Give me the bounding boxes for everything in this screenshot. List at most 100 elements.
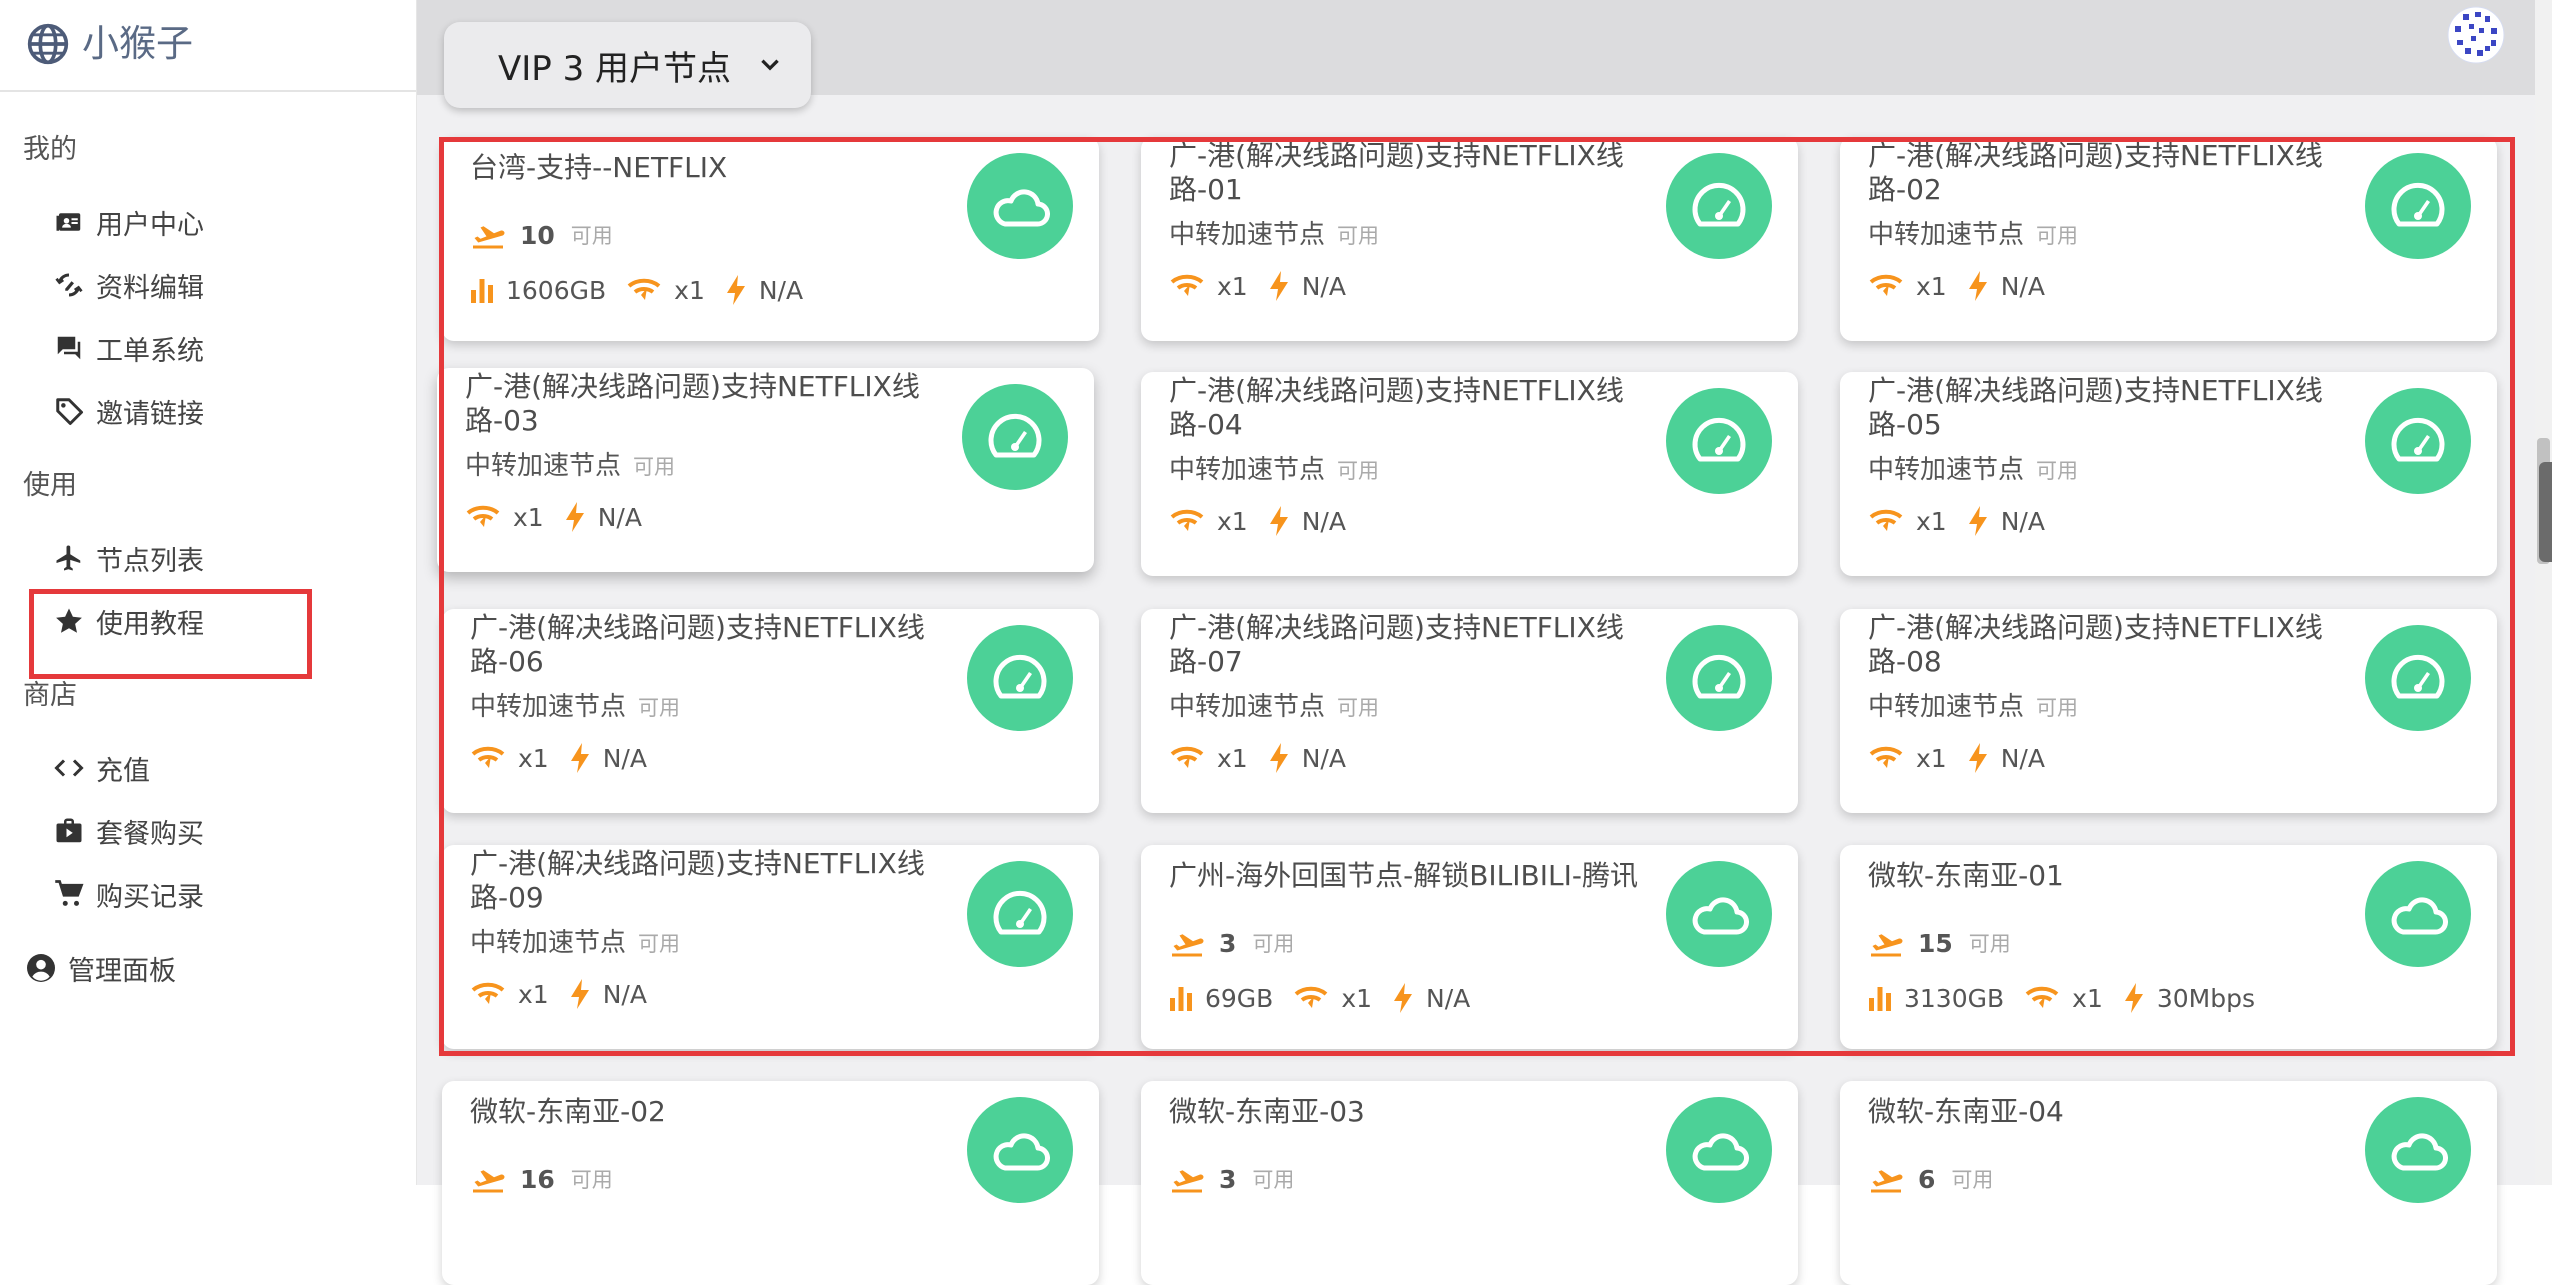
online-users: 16 可用: [470, 1164, 613, 1194]
node-title: 台湾-支持--NETFLIX: [470, 151, 728, 184]
node-card[interactable]: 微软-东南亚-02 16 可用: [442, 1081, 1099, 1285]
wifi-signal-icon: [1869, 274, 1903, 296]
node-title: 微软-东南亚-01: [1868, 859, 2064, 892]
sidebar: 小猴子 我的 用户中心 资料编辑 工单系统 邀请链接 使用 节点列表 使用教程 …: [0, 0, 417, 1185]
cloud-icon: [1692, 1133, 1749, 1171]
sidebar-item-ticket-system[interactable]: 工单系统: [52, 325, 204, 371]
node-card[interactable]: 广-港(解决线路问题)支持NETFLIX线路-09 中转加速节点 可用 x1 N/A: [442, 845, 1099, 1049]
node-detail-button[interactable]: [967, 625, 1073, 731]
availability-label: 可用: [2036, 224, 2079, 248]
sidebar-item-invite-link[interactable]: 邀请链接: [52, 388, 204, 434]
traffic-rate: x1: [626, 276, 705, 305]
speedometer-icon: [1692, 654, 1746, 699]
speed-limit: 30Mbps: [2123, 982, 2255, 1014]
wifi-signal-icon: [471, 982, 505, 1004]
availability-label: 可用: [1968, 932, 2011, 956]
sidebar-item-buy-plan[interactable]: 套餐购买: [52, 808, 204, 854]
node-stats: x1 N/A: [1868, 505, 2065, 537]
node-card[interactable]: 广-港(解决线路问题)支持NETFLIX线路-08 中转加速节点 可用 x1 N/A: [1840, 609, 2497, 813]
node-detail-button[interactable]: [967, 861, 1073, 967]
bar-chart-icon: [471, 279, 493, 303]
node-card[interactable]: 广-港(解决线路问题)支持NETFLIX线路-01 中转加速节点 可用 x1 N/A: [1141, 137, 1798, 341]
speed-limit: N/A: [1392, 982, 1470, 1014]
node-card[interactable]: 微软-东南亚-03 3 可用: [1141, 1081, 1798, 1285]
sidebar-item-purchase-history[interactable]: 购买记录: [52, 871, 204, 917]
node-card[interactable]: 广-港(解决线路问题)支持NETFLIX线路-02 中转加速节点 可用 x1 N/A: [1840, 137, 2497, 341]
speed-limit: N/A: [725, 274, 803, 306]
lightning-icon: [565, 502, 584, 532]
traffic-rate: x1: [465, 503, 544, 532]
scrollbar-track[interactable]: [2535, 0, 2552, 1185]
sidebar-item-user-center[interactable]: 用户中心: [52, 199, 204, 245]
availability-label: 可用: [570, 224, 613, 248]
node-title: 广-港(解决线路问题)支持NETFLIX线路-02: [1868, 139, 2323, 206]
node-detail-button[interactable]: [1666, 153, 1772, 259]
node-card[interactable]: 微软-东南亚-01 15 可用 3130GB x1 30Mbps: [1840, 845, 2497, 1049]
traffic-rate: x1: [2024, 984, 2103, 1013]
profile-edit-icon: [52, 268, 86, 302]
node-detail-button[interactable]: [1666, 1097, 1772, 1203]
node-card[interactable]: 微软-东南亚-04 6 可用: [1840, 1081, 2497, 1285]
node-detail-button[interactable]: [967, 1097, 1073, 1203]
node-detail-button[interactable]: [2365, 1097, 2471, 1203]
node-card[interactable]: 广-港(解决线路问题)支持NETFLIX线路-05 中转加速节点 可用 x1 N/A: [1840, 372, 2497, 576]
sidebar-item-profile-edit[interactable]: 资料编辑: [52, 262, 204, 308]
node-detail-button[interactable]: [967, 153, 1073, 259]
node-type-label: 中转加速节点 可用: [1169, 220, 1380, 250]
speedometer-icon: [1692, 182, 1746, 227]
sidebar-item-admin-panel[interactable]: 管理面板: [24, 945, 176, 991]
node-stats: 69GB x1 N/A: [1169, 982, 1490, 1014]
node-title: 微软-东南亚-04: [1868, 1095, 2064, 1128]
node-card[interactable]: 广-港(解决线路问题)支持NETFLIX线路-07 中转加速节点 可用 x1 N/A: [1141, 609, 1798, 813]
wifi-signal-icon: [1170, 746, 1204, 768]
node-group-select[interactable]: VIP 3 用户节点: [444, 22, 811, 108]
node-detail-button[interactable]: [962, 384, 1068, 490]
node-detail-button[interactable]: [2365, 625, 2471, 731]
node-title: 广州-海外回国节点-解锁BILIBILI-腾讯: [1169, 859, 1638, 892]
node-detail-button[interactable]: [1666, 625, 1772, 731]
node-card[interactable]: 广-港(解决线路问题)支持NETFLIX线路-04 中转加速节点 可用 x1 N/A: [1141, 372, 1798, 576]
speed-limit: N/A: [564, 501, 642, 533]
node-type-label: 中转加速节点 可用: [1868, 455, 2079, 485]
node-card[interactable]: 广-港(解决线路问题)支持NETFLIX线路-06 中转加速节点 可用 x1 N/A: [442, 609, 1099, 813]
wifi-signal-icon: [466, 505, 500, 527]
star-icon: [52, 604, 86, 638]
node-detail-button[interactable]: [1666, 388, 1772, 494]
node-detail-button[interactable]: [2365, 388, 2471, 494]
user-avatar[interactable]: [2447, 6, 2505, 64]
node-card[interactable]: 台湾-支持--NETFLIX 10 可用 1606GB x1 N/A: [442, 137, 1099, 341]
node-title: 微软-东南亚-03: [1169, 1095, 1365, 1128]
sidebar-item-label: 购买记录: [96, 881, 204, 913]
side-tab-handle[interactable]: [2539, 462, 2552, 562]
node-title: 广-港(解决线路问题)支持NETFLIX线路-07: [1169, 611, 1624, 678]
sidebar-item-label: 用户中心: [96, 209, 204, 241]
brand-name[interactable]: 小猴子: [82, 20, 193, 68]
user-center-icon: [52, 205, 86, 239]
node-group-select-label: VIP 3 用户节点: [498, 48, 732, 89]
lightning-icon: [1968, 271, 1987, 301]
lightning-icon: [1269, 271, 1288, 301]
traffic-used: 3130GB: [1868, 984, 2004, 1013]
sidebar-item-recharge[interactable]: 充值: [52, 745, 150, 791]
availability-label: 可用: [1337, 224, 1380, 248]
sidebar-item-tutorial[interactable]: 使用教程: [52, 598, 204, 644]
wifi-signal-icon: [1170, 509, 1204, 531]
node-stats: x1 N/A: [1169, 270, 1366, 302]
cart-icon: [52, 877, 86, 911]
node-detail-button[interactable]: [2365, 861, 2471, 967]
availability-label: 可用: [2036, 459, 2079, 483]
ticket-icon: [52, 331, 86, 365]
availability-label: 可用: [638, 696, 681, 720]
node-card[interactable]: 广州-海外回国节点-解锁BILIBILI-腾讯 3 可用 69GB x1 N/A: [1141, 845, 1798, 1049]
sidebar-item-label: 充值: [96, 755, 150, 787]
section-label-use: 使用: [23, 470, 77, 501]
node-detail-button[interactable]: [1666, 861, 1772, 967]
departure-icon: [1871, 1170, 1903, 1193]
speedometer-icon: [2391, 417, 2445, 462]
sidebar-item-node-list[interactable]: 节点列表: [52, 535, 204, 581]
node-card[interactable]: 广-港(解决线路问题)支持NETFLIX线路-03 中转加速节点 可用 x1 N/A: [437, 368, 1094, 572]
node-detail-button[interactable]: [2365, 153, 2471, 259]
speed-limit: N/A: [1268, 270, 1346, 302]
lightning-icon: [2124, 983, 2143, 1013]
node-type-label: 中转加速节点 可用: [470, 928, 681, 958]
